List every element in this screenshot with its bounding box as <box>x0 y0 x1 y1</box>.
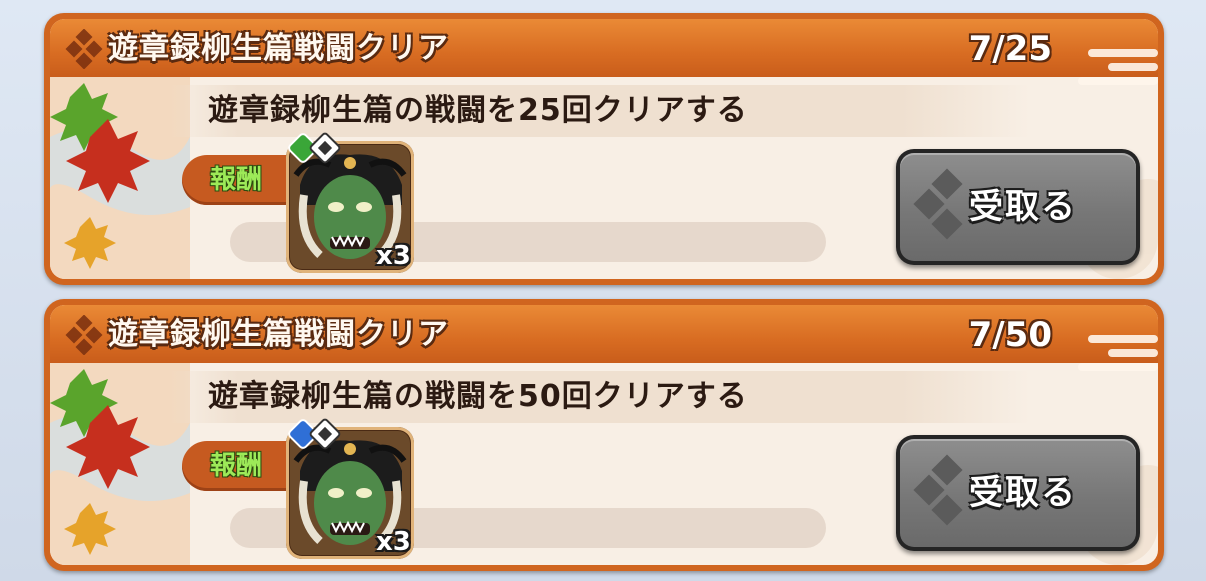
mission-progress: 7/25 <box>968 29 1052 69</box>
mission-progress: 7/50 <box>968 315 1052 355</box>
reward-item[interactable]: x3 <box>286 132 414 273</box>
reward-item[interactable]: x3 <box>286 418 414 559</box>
diamond-crest-icon <box>65 315 103 355</box>
mission-title: 遊章録柳生篇戦闘クリア <box>108 31 449 66</box>
mission-title: 遊章録柳生篇戦闘クリア <box>108 317 449 352</box>
mission-card: 遊章録柳生篇戦闘クリア 7/50 遊章録柳生篇の戦闘を50回クリアする 報酬 x… <box>44 299 1164 571</box>
reward-label: 報酬 <box>210 165 263 195</box>
claim-button[interactable]: 受取る <box>896 149 1140 265</box>
rarity-badge-icon <box>288 132 341 164</box>
reward-quantity: x3 <box>376 527 411 557</box>
mission-card-body: 遊章録柳生篇戦闘クリア 7/25 遊章録柳生篇の戦闘を25回クリアする 報酬 x… <box>50 19 1158 279</box>
claim-button-label: 受取る <box>969 473 1077 513</box>
mission-description: 遊章録柳生篇の戦闘を50回クリアする <box>208 379 748 414</box>
autumn-leaves-icon <box>50 77 190 279</box>
reward-quantity: x3 <box>376 241 411 271</box>
mission-card: 遊章録柳生篇戦闘クリア 7/25 遊章録柳生篇の戦闘を25回クリアする 報酬 x… <box>44 13 1164 285</box>
mission-header: 遊章録柳生篇戦闘クリア 7/50 <box>50 305 1158 363</box>
mission-card-body: 遊章録柳生篇戦闘クリア 7/50 遊章録柳生篇の戦闘を50回クリアする 報酬 x… <box>50 305 1158 565</box>
claim-button-face: 受取る <box>900 439 1136 547</box>
diamond-crest-icon <box>65 29 103 69</box>
claim-button-face: 受取る <box>900 153 1136 261</box>
claim-button[interactable]: 受取る <box>896 435 1140 551</box>
reward-label: 報酬 <box>210 451 263 481</box>
mission-header: 遊章録柳生篇戦闘クリア 7/25 <box>50 19 1158 77</box>
mission-description: 遊章録柳生篇の戦闘を25回クリアする <box>208 93 748 128</box>
rarity-badge-icon <box>288 418 341 450</box>
autumn-leaves-icon <box>50 363 190 565</box>
claim-button-label: 受取る <box>969 187 1077 227</box>
